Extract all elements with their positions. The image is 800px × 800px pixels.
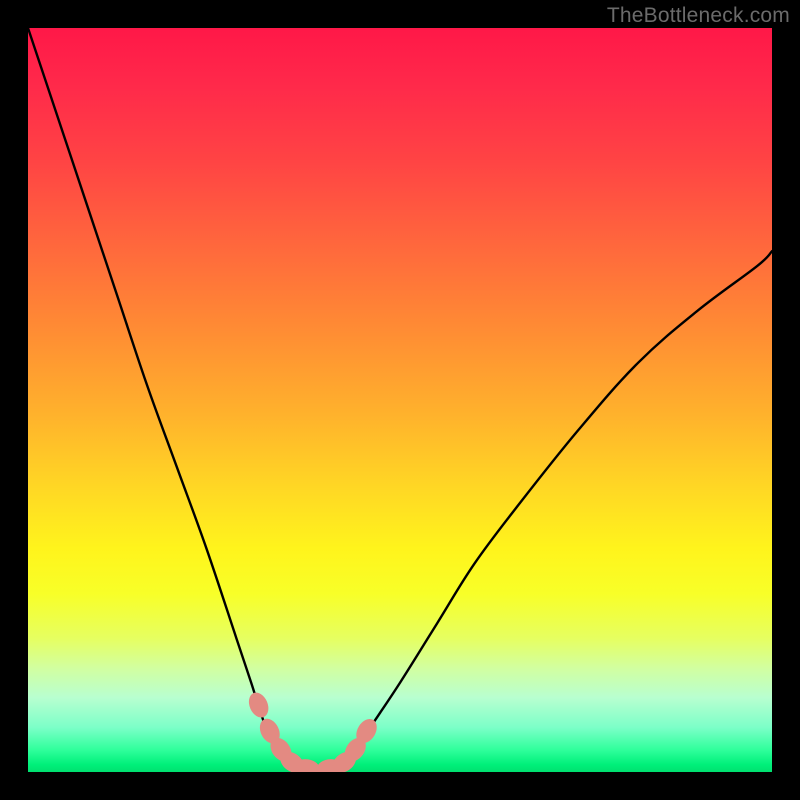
curve-group bbox=[28, 28, 772, 769]
curve-right-curve bbox=[340, 251, 772, 764]
watermark-text: TheBottleneck.com bbox=[607, 4, 790, 28]
marker-bead bbox=[245, 690, 272, 721]
curve-left-curve bbox=[28, 28, 296, 765]
chart-frame: TheBottleneck.com bbox=[0, 0, 800, 800]
marker-group bbox=[245, 690, 381, 772]
plot-area bbox=[28, 28, 772, 772]
chart-svg bbox=[28, 28, 772, 772]
